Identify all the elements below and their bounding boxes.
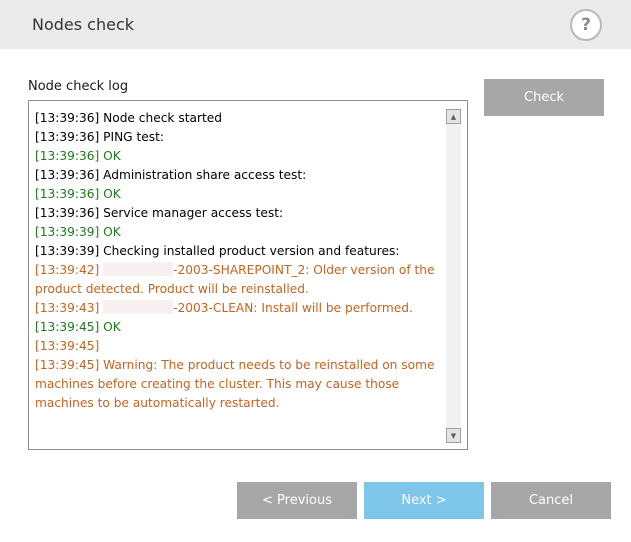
page-title: Nodes check [32, 15, 135, 34]
header-bar: Nodes check ? [0, 0, 631, 49]
log-line: [13:39:39] OK [35, 225, 121, 239]
redacted-hostname [103, 262, 174, 276]
log-line: [13:39:42] -2003-SHAREPOINT_2: Older ver… [35, 262, 435, 296]
log-line: [13:39:43] -2003-CLEAN: Install will be … [35, 300, 413, 315]
log-line: [13:39:36] OK [35, 187, 121, 201]
log-line: [13:39:39] Checking installed product ve… [35, 244, 400, 258]
log-line: [13:39:36] Service manager access test: [35, 206, 284, 220]
log-textbox[interactable]: [13:39:36] Node check started [13:39:36] … [28, 100, 468, 450]
log-line: [13:39:36] Administration share access t… [35, 168, 307, 182]
log-line: [13:39:36] Node check started [35, 111, 222, 125]
check-button[interactable]: Check [484, 79, 604, 116]
cancel-button[interactable]: Cancel [491, 482, 611, 519]
help-button[interactable]: ? [570, 9, 602, 41]
log-line: [13:39:36] PING test: [35, 130, 165, 144]
redacted-hostname [103, 300, 174, 314]
log-content: [13:39:36] Node check started [13:39:36] … [35, 109, 445, 413]
log-line: [13:39:45] [35, 339, 100, 353]
log-line: [13:39:36] OK [35, 149, 121, 163]
previous-button[interactable]: < Previous [237, 482, 357, 519]
log-label: Node check log [28, 79, 129, 94]
scroll-up-icon[interactable]: ▲ [446, 109, 461, 124]
log-line: [13:39:45] OK [35, 320, 121, 334]
scroll-down-icon[interactable]: ▼ [446, 428, 461, 443]
log-scrollbar[interactable]: ▲ ▼ [446, 109, 461, 443]
next-button[interactable]: Next > [364, 482, 484, 519]
log-line: [13:39:45] Warning: The product needs to… [35, 358, 435, 410]
